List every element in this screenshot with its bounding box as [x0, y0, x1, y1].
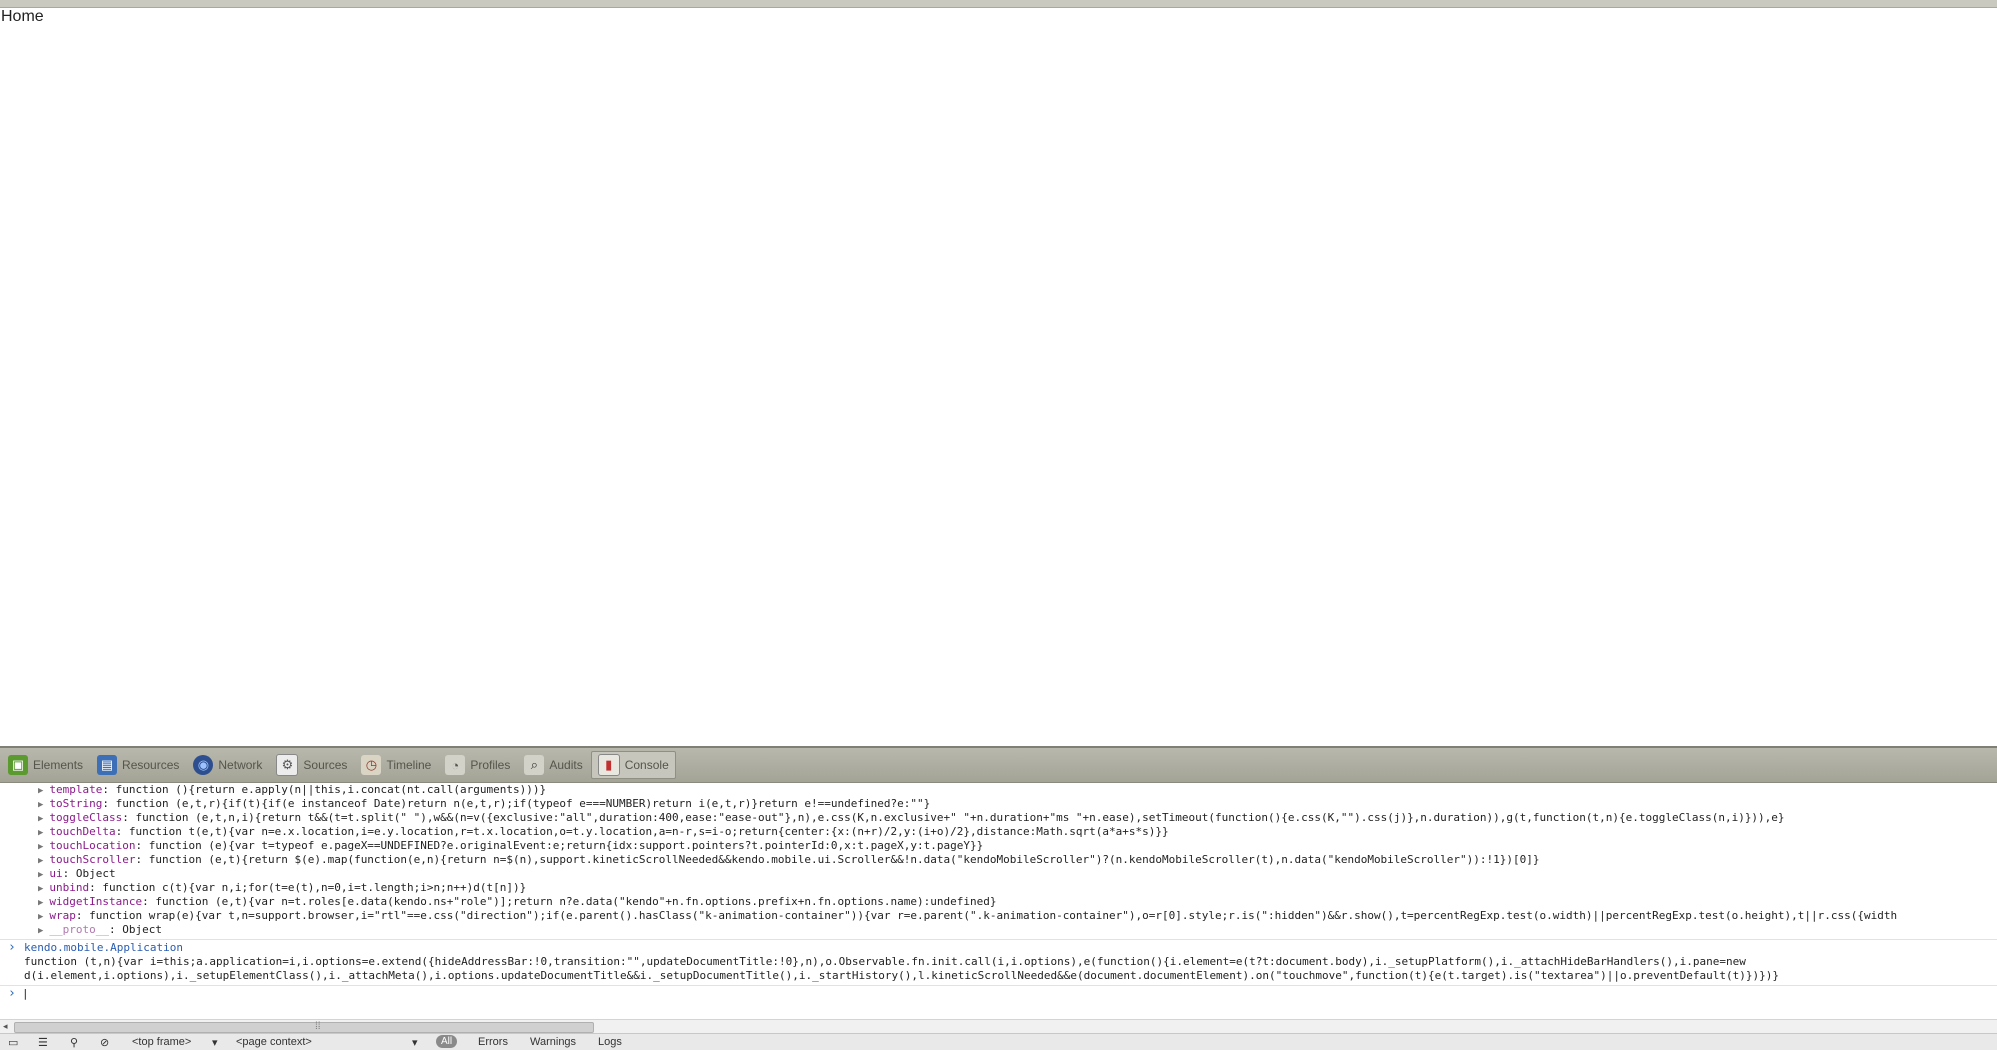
console-property-line[interactable]: ▶ toggleClass: function (e,t,n,i){return … [38, 811, 1785, 825]
tab-console[interactable]: ▮ Console [590, 751, 676, 779]
expand-triangle-icon[interactable]: ▶ [38, 814, 43, 824]
grip-icon: ⁞⁞ [315, 1021, 321, 1032]
tab-label: Sources [303, 758, 348, 772]
expand-triangle-icon[interactable]: ▶ [38, 926, 43, 936]
tab-sources[interactable]: ⚙ Sources [270, 752, 353, 778]
command-chevron-icon: › [8, 940, 16, 955]
expand-triangle-icon[interactable]: ▶ [38, 856, 43, 866]
filter-all-button[interactable]: All [436, 1035, 458, 1048]
tab-elements[interactable]: ▣ Elements [2, 752, 89, 778]
profiles-icon: ◔ [445, 755, 466, 775]
console-separator [0, 985, 1997, 986]
expand-triangle-icon[interactable]: ▶ [38, 912, 43, 922]
search-icon[interactable]: ⚲ [70, 1036, 78, 1049]
console-result-line: function (t,n){var i=this;a.application=… [24, 955, 1746, 968]
context-select-chevron-down-icon[interactable]: ▾ [412, 1036, 418, 1049]
browser-top-bar [0, 0, 1997, 8]
console-property-line[interactable]: ▶ wrap: function wrap(e){var t,n=support.… [38, 909, 1897, 923]
tab-label: Elements [33, 758, 84, 772]
console-command[interactable]: kendo.mobile.Application [24, 941, 183, 955]
expand-triangle-icon[interactable]: ▶ [38, 870, 43, 880]
console-property-line[interactable]: ▶ touchDelta: function t(e,t){var n=e.x.l… [38, 825, 1169, 839]
console-property-line[interactable]: ▶ widgetInstance: function (e,t){var n=t.… [38, 895, 996, 909]
context-select[interactable]: <page context> [236, 1036, 312, 1048]
filter-errors-button[interactable]: Errors [478, 1036, 508, 1048]
expand-triangle-icon[interactable]: ▶ [38, 842, 43, 852]
console-property-line[interactable]: ▶ __proto__: Object [38, 923, 162, 937]
tab-audits[interactable]: ⌕ Audits [518, 752, 588, 778]
tab-resources[interactable]: ▤ Resources [91, 752, 185, 778]
console-output[interactable]: ▶ template: function (){return e.apply(n|… [0, 783, 1997, 1013]
resources-icon: ▤ [97, 755, 118, 775]
tab-timeline[interactable]: ◷ Timeline [355, 752, 437, 778]
console-property-line[interactable]: ▶ ui: Object [38, 867, 116, 881]
tab-label: Timeline [386, 758, 432, 772]
frame-select-chevron-down-icon[interactable]: ▾ [212, 1036, 218, 1049]
console-input[interactable]: | [22, 987, 29, 1001]
tab-label: Console [624, 758, 669, 772]
tab-label: Network [218, 758, 263, 772]
scroll-left-arrow-icon[interactable]: ◂ [3, 1021, 8, 1032]
console-property-line[interactable]: ▶ unbind: function c(t){var n,i;for(t=e(t… [38, 881, 526, 895]
tab-network[interactable]: ◉ Network [187, 752, 268, 778]
frame-select[interactable]: <top frame> [132, 1036, 191, 1048]
filter-warnings-button[interactable]: Warnings [530, 1036, 576, 1048]
devtools-panel: ▣ Elements ▤ Resources ◉ Network ⚙ Sourc… [0, 746, 1997, 1050]
clear-console-icon[interactable]: ⊘ [100, 1036, 109, 1049]
expand-triangle-icon[interactable]: ▶ [38, 898, 43, 908]
audits-icon: ⌕ [524, 755, 545, 775]
expand-triangle-icon[interactable]: ▶ [38, 800, 43, 810]
tab-profiles[interactable]: ◔ Profiles [439, 752, 516, 778]
console-property-line[interactable]: ▶ touchScroller: function (e,t){return $(… [38, 853, 1540, 867]
tab-label: Profiles [470, 758, 511, 772]
show-drawer-icon[interactable]: ☰ [38, 1036, 48, 1049]
devtools-toolbar: ▣ Elements ▤ Resources ◉ Network ⚙ Sourc… [0, 748, 1997, 783]
tab-label: Audits [549, 758, 583, 772]
console-icon: ▮ [597, 754, 620, 776]
scrollbar-thumb[interactable]: ⁞⁞ [14, 1021, 594, 1033]
console-result-line: d(i.element,i.options),i._setupElementCl… [24, 969, 1779, 982]
dock-icon[interactable]: ▭ [8, 1036, 18, 1049]
console-property-line[interactable]: ▶ toString: function (e,t,r){if(t){if(e i… [38, 797, 930, 811]
devtools-status-bar: ▭ ☰ ⚲ ⊘ <top frame> ▾ <page context> ▾ A… [0, 1033, 1997, 1050]
console-property-line[interactable]: ▶ touchLocation: function (e){var t=typeo… [38, 839, 983, 853]
expand-triangle-icon[interactable]: ▶ [38, 884, 43, 894]
expand-triangle-icon[interactable]: ▶ [38, 828, 43, 838]
console-separator [0, 939, 1997, 940]
tab-label: Resources [122, 758, 180, 772]
prompt-chevron-icon: › [8, 986, 16, 1001]
timeline-icon: ◷ [361, 755, 382, 775]
filter-logs-button[interactable]: Logs [598, 1036, 622, 1048]
elements-icon: ▣ [8, 755, 28, 775]
horizontal-scrollbar[interactable]: ◂ ⁞⁞ [0, 1019, 1997, 1033]
expand-triangle-icon[interactable]: ▶ [38, 786, 43, 796]
console-property-line[interactable]: ▶ template: function (){return e.apply(n|… [38, 783, 546, 797]
page-title: Home [1, 8, 44, 25]
network-icon: ◉ [193, 755, 214, 775]
sources-icon: ⚙ [276, 754, 299, 776]
